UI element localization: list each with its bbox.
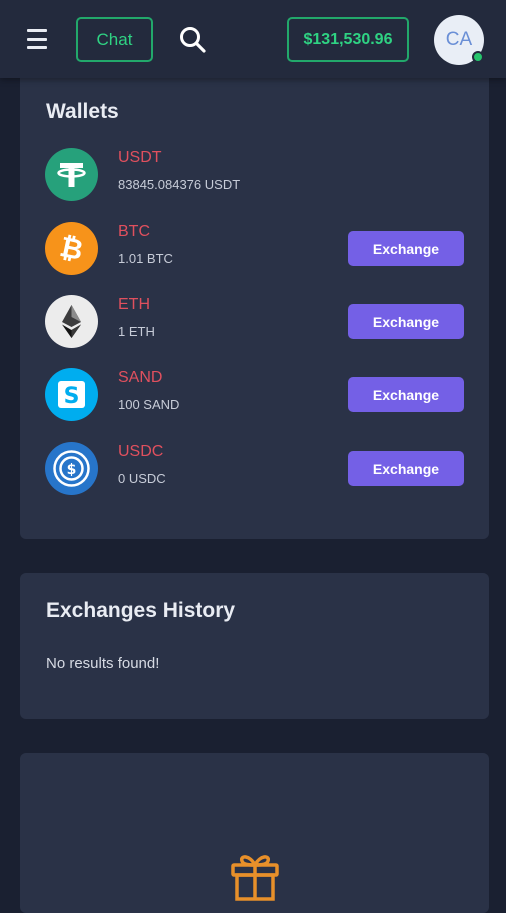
wallets-card: Wallets USDT 83845.084376 USDT ₿ BTC 1.0… <box>20 78 489 539</box>
svg-text:$: $ <box>67 462 77 478</box>
balance-button[interactable]: $131,530.96 <box>287 17 409 62</box>
bitcoin-icon: ₿ <box>45 222 98 275</box>
exchange-button-btc[interactable]: Exchange <box>348 231 464 266</box>
ethereum-icon <box>45 295 98 348</box>
coin-name: USDC <box>118 443 164 460</box>
coin-amount: 1.01 BTC <box>118 251 173 266</box>
coin-amount: 1 ETH <box>118 324 155 339</box>
gift-icon <box>231 855 279 901</box>
svg-text:S: S <box>64 384 80 409</box>
sandbox-icon: S <box>45 368 98 421</box>
coin-amount: 100 SAND <box>118 397 180 412</box>
top-bar: Chat $131,530.96 CA <box>0 0 506 78</box>
exchange-button-sand[interactable]: Exchange <box>348 377 464 412</box>
coin-name: SAND <box>118 369 163 386</box>
coin-name: ETH <box>118 296 150 313</box>
coin-amount: 83845.084376 USDT <box>118 177 241 192</box>
tether-icon <box>45 148 98 201</box>
wallet-row-usdt: USDT 83845.084376 USDT <box>20 145 489 205</box>
svg-text:₿: ₿ <box>57 230 86 267</box>
exchanges-history-card: Exchanges History No results found! <box>20 573 489 719</box>
wallets-title: Wallets <box>46 100 119 123</box>
gift-card <box>20 753 489 913</box>
search-icon[interactable] <box>178 25 208 55</box>
online-status-indicator <box>472 51 484 63</box>
wallet-row-eth: ETH 1 ETH Exchange <box>20 292 489 352</box>
usd-coin-icon: $ <box>45 442 98 495</box>
coin-name: BTC <box>118 223 150 240</box>
wallet-row-btc: ₿ BTC 1.01 BTC Exchange <box>20 219 489 279</box>
exchange-button-usdc[interactable]: Exchange <box>348 451 464 486</box>
coin-amount: 0 USDC <box>118 471 166 486</box>
wallet-row-sand: S SAND 100 SAND Exchange <box>20 365 489 425</box>
exchanges-history-title: Exchanges History <box>46 599 236 622</box>
coin-name: USDT <box>118 149 162 166</box>
wallet-row-usdc: $ USDC 0 USDC Exchange <box>20 439 489 499</box>
empty-results-message: No results found! <box>46 655 160 672</box>
hamburger-menu-icon[interactable] <box>27 29 49 49</box>
chat-button[interactable]: Chat <box>76 17 153 62</box>
exchange-button-eth[interactable]: Exchange <box>348 304 464 339</box>
